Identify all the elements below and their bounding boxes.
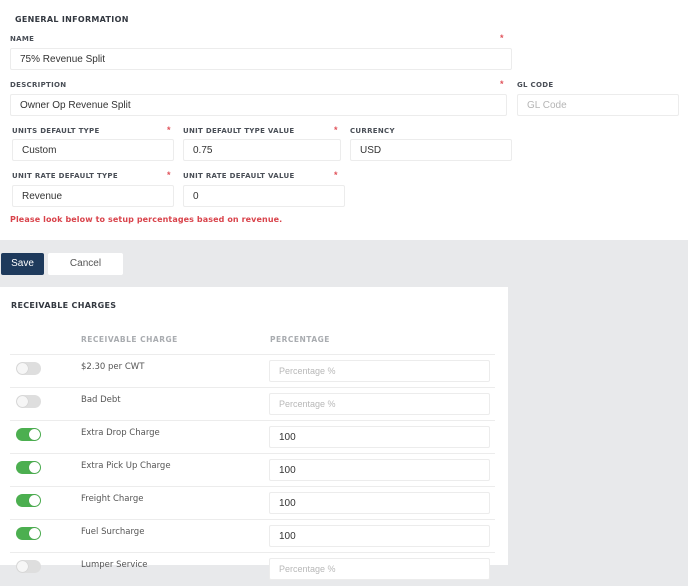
- required-marker: *: [334, 170, 338, 180]
- charge-name: Lumper Service: [81, 560, 148, 570]
- unit-default-type-value-input[interactable]: [183, 139, 341, 161]
- charge-toggle[interactable]: [16, 527, 41, 540]
- percentage-input[interactable]: [269, 393, 490, 415]
- toggle-knob: [29, 429, 40, 440]
- currency-select[interactable]: [350, 139, 512, 161]
- column-header-receivable-charge: RECEIVABLE CHARGE: [81, 335, 178, 344]
- table-row: Bad Debt: [10, 387, 495, 421]
- column-header-percentage: PERCENTAGE: [270, 335, 330, 344]
- charge-name: Fuel Surcharge: [81, 527, 145, 537]
- gl-code-label: GL CODE: [517, 81, 554, 89]
- save-button[interactable]: Save: [1, 253, 44, 275]
- percentage-input[interactable]: [269, 459, 490, 481]
- name-input[interactable]: [10, 48, 512, 70]
- charge-toggle[interactable]: [16, 461, 41, 474]
- table-row: Extra Drop Charge: [10, 420, 495, 454]
- units-default-type-select[interactable]: [12, 139, 174, 161]
- table-row: Extra Pick Up Charge: [10, 453, 495, 487]
- toggle-knob: [17, 561, 28, 572]
- charge-toggle[interactable]: [16, 494, 41, 507]
- charge-toggle[interactable]: [16, 395, 41, 408]
- toggle-knob: [17, 363, 28, 374]
- toggle-knob: [29, 528, 40, 539]
- charge-name: $2.30 per CWT: [81, 362, 145, 372]
- charge-name: Extra Pick Up Charge: [81, 461, 171, 471]
- required-marker: *: [167, 170, 171, 180]
- gl-code-input[interactable]: [517, 94, 679, 116]
- charge-toggle[interactable]: [16, 362, 41, 375]
- description-label: DESCRIPTION: [10, 81, 67, 89]
- currency-label: CURRENCY: [350, 127, 395, 135]
- revenue-hint-text: Please look below to setup percentages b…: [10, 215, 283, 224]
- percentage-input[interactable]: [269, 360, 490, 382]
- toggle-knob: [17, 396, 28, 407]
- table-row: $2.30 per CWT: [10, 354, 495, 388]
- percentage-input[interactable]: [269, 492, 490, 514]
- charge-name: Bad Debt: [81, 395, 121, 405]
- section-title: GENERAL INFORMATION: [15, 15, 129, 24]
- toggle-knob: [29, 495, 40, 506]
- unit-default-type-value-label: UNIT DEFAULT TYPE VALUE: [183, 127, 295, 135]
- required-marker: *: [167, 125, 171, 135]
- charge-toggle[interactable]: [16, 560, 41, 573]
- percentage-input[interactable]: [269, 426, 490, 448]
- unit-rate-default-type-select[interactable]: [12, 185, 174, 207]
- unit-rate-default-value-label: UNIT RATE DEFAULT VALUE: [183, 172, 295, 180]
- table-row: Fuel Surcharge: [10, 519, 495, 553]
- percentage-input[interactable]: [269, 558, 490, 580]
- cancel-button[interactable]: Cancel: [48, 253, 123, 275]
- required-marker: *: [500, 79, 504, 89]
- unit-rate-default-type-label: UNIT RATE DEFAULT TYPE: [12, 172, 118, 180]
- charge-name: Extra Drop Charge: [81, 428, 160, 438]
- description-input[interactable]: [10, 94, 507, 116]
- unit-rate-default-value-input[interactable]: [183, 185, 345, 207]
- required-marker: *: [334, 125, 338, 135]
- charge-toggle[interactable]: [16, 428, 41, 441]
- toggle-knob: [29, 462, 40, 473]
- receivable-charges-panel: RECEIVABLE CHARGES RECEIVABLE CHARGE PER…: [0, 287, 508, 580]
- section-title: RECEIVABLE CHARGES: [11, 301, 117, 310]
- table-row: Lumper Service: [10, 552, 495, 586]
- table-row: Freight Charge: [10, 486, 495, 520]
- general-information-panel: GENERAL INFORMATION NAME * DESCRIPTION *…: [0, 0, 688, 240]
- units-default-type-label: UNITS DEFAULT TYPE: [12, 127, 100, 135]
- percentage-input[interactable]: [269, 525, 490, 547]
- charge-name: Freight Charge: [81, 494, 144, 504]
- name-label: NAME: [10, 35, 35, 43]
- required-marker: *: [500, 33, 504, 43]
